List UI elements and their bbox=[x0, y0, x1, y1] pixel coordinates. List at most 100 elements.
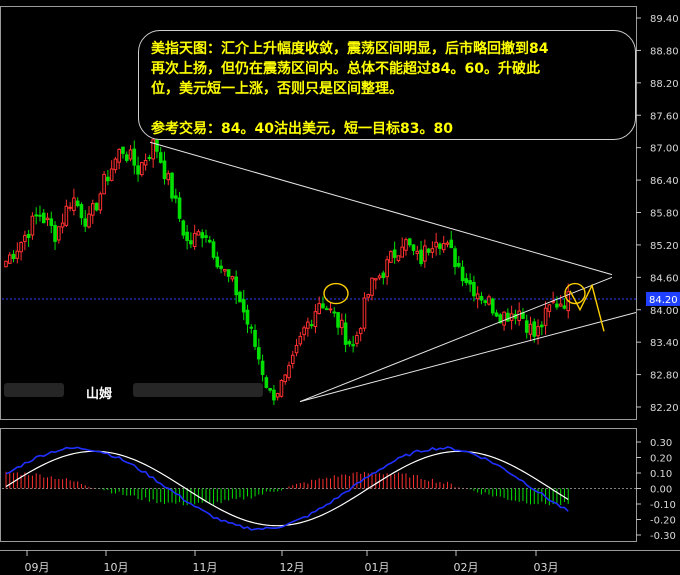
price-y-tick-label: 84.60 bbox=[650, 273, 679, 284]
x-tick-label: 10月 bbox=[104, 561, 129, 574]
candle-body bbox=[64, 205, 69, 226]
candle-body bbox=[426, 248, 431, 253]
candle-body bbox=[441, 243, 446, 251]
candle-body bbox=[460, 266, 465, 282]
price-y-tick-label: 82.20 bbox=[650, 403, 679, 414]
candle-body bbox=[189, 240, 193, 245]
candle-body bbox=[226, 269, 231, 277]
candle-body bbox=[407, 238, 412, 246]
candle-body bbox=[385, 259, 389, 278]
last-price-label: 84.20 bbox=[649, 295, 678, 306]
candle-body bbox=[555, 303, 559, 308]
candle-body bbox=[196, 231, 201, 236]
candle-body bbox=[241, 299, 246, 313]
candle-body bbox=[457, 262, 461, 267]
note-line-3: 位，美元短一上涨，否则只是区间整理。 bbox=[151, 81, 403, 97]
candle-body bbox=[547, 304, 552, 312]
price-y-tick-label: 82.80 bbox=[650, 371, 679, 382]
candle-body bbox=[313, 311, 318, 327]
candle-body bbox=[166, 173, 171, 181]
macd-y-tick-label: 0.20 bbox=[650, 454, 672, 465]
candle-body bbox=[158, 152, 163, 163]
candle-body bbox=[336, 312, 340, 328]
candle-body bbox=[287, 365, 291, 379]
candle-body bbox=[238, 291, 242, 303]
candle-body bbox=[483, 300, 488, 303]
candle-body bbox=[396, 255, 401, 262]
redacted-block-left bbox=[4, 383, 64, 397]
candle-body bbox=[562, 305, 567, 309]
candle-body bbox=[415, 250, 420, 254]
candle-body bbox=[340, 319, 344, 329]
candle-body bbox=[279, 379, 284, 397]
candle-body bbox=[140, 162, 144, 176]
candle-body bbox=[558, 303, 563, 307]
note-line-blank bbox=[151, 99, 629, 119]
candle-body bbox=[479, 295, 484, 301]
candle-body bbox=[377, 275, 382, 279]
candle-body bbox=[26, 233, 31, 239]
price-y-tick-label: 83.40 bbox=[650, 338, 679, 349]
x-tick-label: 11月 bbox=[193, 561, 218, 574]
candle-body bbox=[253, 329, 257, 347]
candle-body bbox=[528, 323, 533, 335]
candle-body bbox=[272, 389, 276, 401]
x-tick-label: 09月 bbox=[25, 561, 50, 574]
candle-body bbox=[45, 217, 50, 221]
candle-body bbox=[177, 197, 182, 219]
x-tick-label: 12月 bbox=[280, 561, 305, 574]
candle-body bbox=[219, 265, 223, 269]
candle-body bbox=[98, 193, 103, 211]
candle-body bbox=[502, 311, 506, 326]
candle-body bbox=[185, 231, 189, 241]
candle-body bbox=[328, 308, 333, 311]
candle-body bbox=[155, 138, 159, 152]
price-y-tick-label: 85.80 bbox=[650, 209, 679, 220]
candle-body bbox=[464, 278, 469, 284]
candle-body bbox=[438, 243, 442, 249]
candle-body bbox=[347, 341, 352, 345]
candle-body bbox=[366, 294, 371, 298]
candle-body bbox=[121, 146, 125, 154]
x-tick-label: 02月 bbox=[454, 561, 479, 574]
candle-body bbox=[41, 212, 46, 224]
candle-body bbox=[434, 241, 438, 248]
candle-body bbox=[540, 324, 544, 328]
candle-body bbox=[124, 154, 129, 161]
candle-body bbox=[79, 204, 84, 219]
candle-body bbox=[487, 296, 491, 305]
candle-body bbox=[234, 276, 238, 296]
candle-body bbox=[53, 224, 57, 242]
candle-body bbox=[204, 235, 208, 238]
candle-body bbox=[192, 232, 197, 248]
macd-y-tick-label: -0.20 bbox=[650, 516, 676, 527]
candle-body bbox=[536, 326, 540, 337]
candle-body bbox=[94, 202, 99, 211]
candle-body bbox=[294, 344, 299, 354]
candle-body bbox=[343, 322, 348, 345]
lower-trendline bbox=[299, 311, 637, 403]
candle-body bbox=[268, 388, 272, 391]
candle-body bbox=[174, 195, 178, 199]
candle-body bbox=[11, 253, 16, 260]
candle-body bbox=[264, 377, 269, 388]
candle-body bbox=[132, 148, 137, 166]
candle-body bbox=[19, 241, 23, 253]
candle-body bbox=[15, 250, 20, 259]
candle-body bbox=[230, 276, 235, 280]
price-y-tick-label: 89.40 bbox=[650, 14, 679, 25]
macd-y-tick-label: 0.10 bbox=[650, 469, 672, 480]
price-panel bbox=[2, 131, 637, 406]
watermark-text: 山姆 bbox=[86, 387, 113, 402]
price-y-tick-label: 86.40 bbox=[650, 176, 679, 187]
upper-trendline bbox=[149, 141, 613, 276]
candle-body bbox=[113, 158, 118, 171]
candle-body bbox=[430, 248, 435, 253]
candle-body bbox=[128, 149, 133, 160]
candle-body bbox=[7, 254, 12, 264]
macd-y-tick-label: 0.00 bbox=[650, 485, 672, 496]
candle-body bbox=[298, 335, 303, 345]
candle-body bbox=[306, 321, 310, 329]
candle-body bbox=[72, 197, 76, 211]
candle-body bbox=[200, 232, 205, 239]
